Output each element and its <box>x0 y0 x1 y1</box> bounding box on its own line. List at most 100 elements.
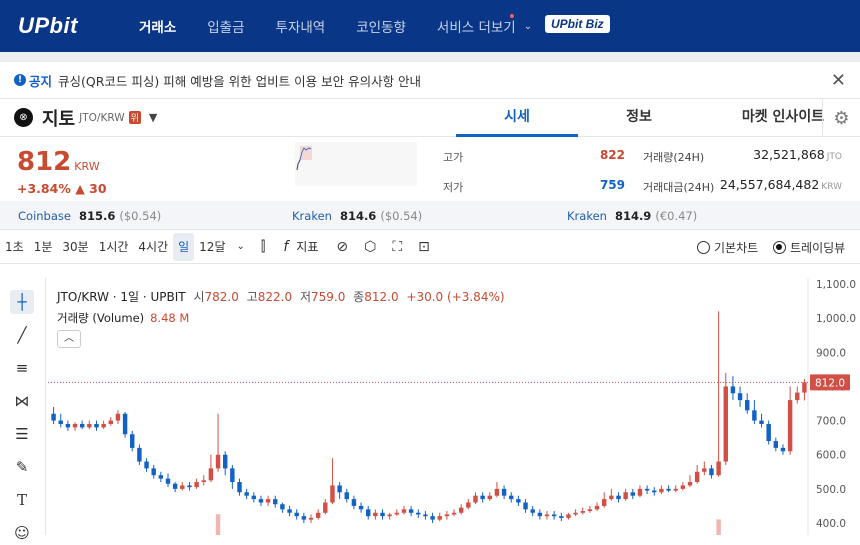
timeframe-1d[interactable]: 일 <box>173 232 195 261</box>
camera-icon[interactable]: ⊡ <box>418 239 430 255</box>
candle-body <box>437 516 442 520</box>
notice-bar[interactable]: ! 공지 큐싱(QR코드 피싱) 피해 예방을 위한 업비트 이용 보안 유의사… <box>0 62 860 99</box>
candle-body <box>215 454 221 469</box>
candle-body <box>287 509 292 513</box>
function-icon[interactable]: f <box>283 239 288 255</box>
volume-bar <box>716 519 721 535</box>
candle-body <box>451 512 457 515</box>
upbit-logo[interactable]: UPbit <box>18 13 139 39</box>
candle-body <box>709 468 714 476</box>
timeframe-12mo[interactable]: 12달 <box>194 233 230 261</box>
collapse-legend-button[interactable]: ︿ <box>57 330 81 348</box>
candle-body <box>630 492 636 496</box>
candle-body <box>308 517 314 520</box>
candle-body <box>795 392 800 401</box>
nav-trends[interactable]: 코인동향 <box>356 16 406 36</box>
timeframe-1h[interactable]: 1시간 <box>94 233 134 261</box>
y-tick-label: 400.0 <box>816 518 846 530</box>
compare-icon[interactable]: ⊘ <box>336 239 348 255</box>
candle-body <box>687 482 693 486</box>
brush-icon[interactable]: ✎ <box>10 455 34 479</box>
text-icon[interactable]: T <box>10 488 34 512</box>
candle-body <box>251 495 257 500</box>
volume-legend: 거래량 (Volume) 8.48 M <box>57 311 190 325</box>
trendline-icon[interactable]: ╱ <box>10 323 34 347</box>
timeframe-30m[interactable]: 30분 <box>57 233 93 261</box>
detail-tabs: 시세 정보 마켓 인사이트 <box>456 99 860 137</box>
candle-body <box>351 499 357 506</box>
upbit-biz-button[interactable]: UPbit Biz <box>545 15 610 33</box>
candle-body <box>244 492 249 496</box>
candle-body <box>187 485 192 488</box>
candle-body <box>680 485 686 489</box>
tradingview-radio[interactable]: 트레이딩뷰 <box>773 239 845 256</box>
coin-header: ⊗ 지토 JTO/KRW 위 ▼ 시세 정보 마켓 인사이트 ⚙ <box>0 99 860 137</box>
candle-body <box>694 471 700 483</box>
candle-body <box>594 505 600 510</box>
exchange-item[interactable]: Kraken 814.6 ($0.54) <box>292 209 422 223</box>
crosshair-icon[interactable]: ┼ <box>10 290 34 314</box>
candle-body <box>94 423 99 428</box>
candle-body <box>165 478 171 484</box>
candle-body <box>473 495 478 503</box>
candle-body <box>337 485 342 493</box>
coin-pair: JTO/KRW <box>79 111 125 124</box>
candle-body <box>358 505 364 510</box>
notice-tag: 공지 <box>29 73 53 89</box>
nav-exchange[interactable]: 거래소 <box>139 16 176 36</box>
timeframe-1m[interactable]: 1분 <box>29 233 58 261</box>
candle-body <box>444 514 450 517</box>
notice-text[interactable]: 큐싱(QR코드 피싱) 피해 예방을 위한 업비트 이용 보안 유의사항 안내 <box>58 71 421 90</box>
exchange-item[interactable]: Kraken 814.9 (€0.47) <box>567 209 697 223</box>
radio-off-icon <box>697 241 710 254</box>
basic-chart-radio[interactable]: 기본차트 <box>697 239 758 256</box>
candle-body <box>151 468 156 476</box>
tab-price[interactable]: 시세 <box>456 99 578 137</box>
candle-type-icon[interactable]: ⫿ <box>261 239 265 255</box>
current-price-tag: 812.0 <box>815 377 845 389</box>
candle-body <box>516 499 521 503</box>
candle-body <box>501 488 507 496</box>
chevron-down-icon[interactable]: ⌄ <box>236 241 244 252</box>
candle-body <box>745 400 750 411</box>
candle-body <box>158 475 164 479</box>
nav-deposit[interactable]: 입출금 <box>207 16 244 36</box>
candle-body <box>716 461 721 476</box>
fullscreen-icon[interactable]: ⛶ <box>392 239 402 255</box>
candle-body <box>380 512 385 517</box>
nav-more-services[interactable]: 서비스 더보기 ⌄ <box>437 14 533 36</box>
timeframe-1s[interactable]: 1초 <box>0 233 29 261</box>
gear-icon[interactable]: ⚙ <box>822 99 860 137</box>
close-icon[interactable]: ✕ <box>831 70 846 91</box>
fib-icon[interactable]: ☰ <box>10 422 34 446</box>
tab-info[interactable]: 정보 <box>578 99 700 137</box>
price-summary: 812 KRW +3.84% ▲ 30 고가 822 저가 759 거래량(24H… <box>0 137 860 201</box>
candle-body <box>344 492 349 500</box>
low-label: 저가 <box>443 181 464 194</box>
indicator-button[interactable]: 지표 <box>296 238 318 255</box>
candle-body <box>702 468 707 472</box>
horizontal-lines-icon[interactable]: ≡ <box>10 356 34 380</box>
amount-label: 거래대금(24H) <box>643 181 715 194</box>
candle-body <box>659 488 664 493</box>
coin-dropdown-icon[interactable]: ▼ <box>149 111 157 124</box>
chevron-down-icon: ⌄ <box>523 20 533 32</box>
candle-body <box>737 393 743 401</box>
candle-body <box>101 423 106 428</box>
candle-body <box>673 488 678 491</box>
candle-body <box>487 495 492 500</box>
timeframe-4h[interactable]: 4시간 <box>133 233 173 261</box>
candle-body <box>644 488 650 491</box>
more-icon[interactable]: ☺ <box>10 521 34 545</box>
hexagon-icon[interactable]: ⬡ <box>364 239 376 255</box>
pattern-icon[interactable]: ⋈ <box>10 389 34 413</box>
candle-body <box>330 485 335 503</box>
exchange-item[interactable]: Coinbase 815.6 ($0.54) <box>18 209 161 223</box>
global-exchange-prices: Coinbase 815.6 ($0.54) Kraken 814.6 ($0.54) … <box>0 201 860 230</box>
candle-body <box>222 454 228 469</box>
candle-body <box>752 410 757 421</box>
top-nav: UPbit 거래소 입출금 투자내역 코인동향 서비스 더보기 ⌄ UPbit … <box>0 0 860 52</box>
candle-body <box>237 482 242 493</box>
nav-history[interactable]: 투자내역 <box>276 16 326 36</box>
candle-body <box>208 468 214 481</box>
